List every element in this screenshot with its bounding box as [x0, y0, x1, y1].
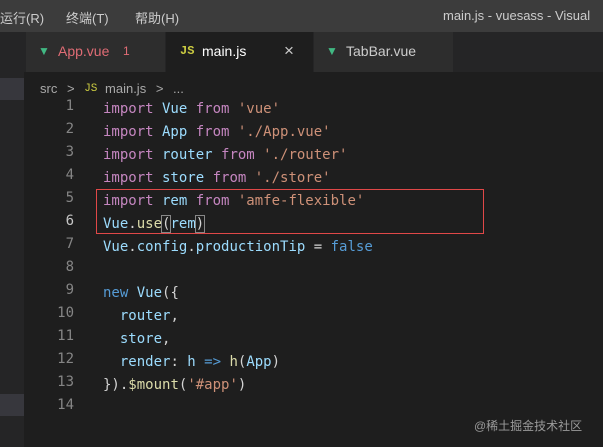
chevron-right-icon: > — [155, 81, 164, 97]
tab-app-vue[interactable]: ▼ App.vue 1 — [26, 32, 166, 72]
keyword: new — [103, 285, 129, 301]
code-line[interactable]: store, — [103, 328, 171, 351]
line-number: 4 — [65, 167, 74, 183]
tab-main-js[interactable]: JS main.js × — [166, 32, 314, 72]
string: 'vue' — [229, 101, 281, 117]
identifier: router — [153, 147, 222, 163]
menu-help[interactable]: 帮助(H) — [135, 8, 179, 27]
class-name: Vue — [128, 285, 163, 301]
punctuation: ) — [271, 354, 281, 370]
identifier: Vue — [153, 101, 196, 117]
line-number: 11 — [57, 328, 74, 344]
operator: = — [305, 239, 331, 255]
tab-tabbar-vue[interactable]: ▼ TabBar.vue — [314, 32, 454, 72]
string: './store' — [246, 170, 331, 186]
arrow-operator: => — [195, 354, 230, 370]
punctuation: , — [170, 308, 179, 324]
code-line[interactable]: new Vue({ — [103, 282, 179, 305]
property: productionTip — [195, 239, 306, 255]
property: render — [103, 354, 171, 370]
code-line[interactable]: }).$mount('#app') — [103, 374, 246, 397]
keyword: import — [103, 147, 154, 163]
code-line[interactable]: Vue.config.productionTip = false — [103, 236, 373, 259]
line-number: 14 — [57, 397, 74, 413]
string: './router' — [254, 147, 348, 163]
identifier: App — [246, 354, 272, 370]
method: $mount — [128, 377, 179, 393]
line-number: 8 — [65, 259, 74, 275]
boolean: false — [330, 239, 373, 255]
punctuation: , — [162, 331, 171, 347]
keyword: import — [103, 101, 154, 117]
breadcrumb-symbol[interactable]: ... — [173, 81, 184, 96]
identifier: Vue — [103, 239, 129, 255]
title-bar: 运行(R) 终端(T) 帮助(H) main.js - vuesass - Vi… — [0, 0, 603, 32]
property: config — [136, 239, 188, 255]
watermark: @稀土掘金技术社区 — [474, 417, 582, 434]
keyword: from — [212, 170, 247, 186]
function-call: h — [229, 354, 238, 370]
punctuation: ) — [237, 377, 247, 393]
tab-label: main.js — [202, 43, 247, 59]
code-line[interactable]: router, — [103, 305, 179, 328]
code-line[interactable]: import router from './router' — [103, 144, 347, 167]
breadcrumb-file[interactable]: main.js — [105, 81, 146, 96]
vue-icon: ▼ — [326, 44, 338, 58]
breadcrumb: src > JS main.js > ... — [40, 80, 184, 100]
keyword: from — [195, 101, 230, 117]
sidebar-selected-row[interactable] — [0, 394, 24, 416]
line-number: 10 — [57, 305, 74, 321]
parameter: h — [187, 354, 196, 370]
window-title: main.js - vuesass - Visual — [443, 8, 591, 23]
chevron-right-icon: > — [66, 81, 75, 97]
vue-icon: ▼ — [38, 44, 50, 58]
identifier: store — [153, 170, 213, 186]
keyword: from — [195, 124, 230, 140]
code-line[interactable]: import store from './store' — [103, 167, 331, 190]
keyword: from — [221, 147, 255, 163]
line-number: 1 — [65, 98, 74, 114]
line-number: 9 — [65, 282, 74, 298]
js-icon: JS — [180, 44, 195, 58]
line-number: 3 — [65, 144, 74, 160]
string: '#app' — [187, 377, 238, 393]
identifier: App — [153, 124, 196, 140]
property: store — [103, 331, 163, 347]
line-number: 7 — [65, 236, 74, 252]
menu-terminal[interactable]: 终端(T) — [66, 8, 109, 27]
punctuation: }). — [103, 377, 129, 393]
red-highlight-annotation — [96, 189, 484, 234]
punctuation: . — [128, 239, 137, 255]
keyword: import — [103, 170, 154, 186]
js-icon: JS — [84, 82, 98, 95]
property: router — [103, 308, 171, 324]
code-line[interactable]: import App from './App.vue' — [103, 121, 331, 144]
code-line[interactable]: import Vue from 'vue' — [103, 98, 280, 121]
punctuation: : — [170, 354, 188, 370]
punctuation: ({ — [162, 285, 179, 301]
watermark-text: @稀土掘金技术社区 — [474, 419, 583, 433]
line-number: 13 — [57, 374, 74, 390]
keyword: import — [103, 124, 154, 140]
line-number: 2 — [65, 121, 74, 137]
line-number-current: 6 — [65, 213, 74, 229]
code-line[interactable]: render: h => h(App) — [103, 351, 280, 374]
close-icon[interactable]: × — [284, 41, 294, 61]
problem-count-badge: 1 — [123, 44, 130, 58]
breadcrumb-folder[interactable]: src — [40, 81, 57, 96]
explorer-sidebar-edge — [0, 72, 24, 447]
punctuation: . — [187, 239, 196, 255]
line-number: 5 — [65, 190, 74, 206]
tab-label: TabBar.vue — [346, 43, 417, 59]
string: './App.vue' — [229, 124, 331, 140]
sidebar-selected-row[interactable] — [0, 78, 24, 100]
tab-label: App.vue — [58, 43, 110, 59]
menu-run[interactable]: 运行(R) — [0, 8, 44, 27]
line-number: 12 — [57, 351, 74, 367]
editor-tab-bar: ▼ App.vue 1 JS main.js × ▼ TabBar.vue — [0, 32, 603, 72]
